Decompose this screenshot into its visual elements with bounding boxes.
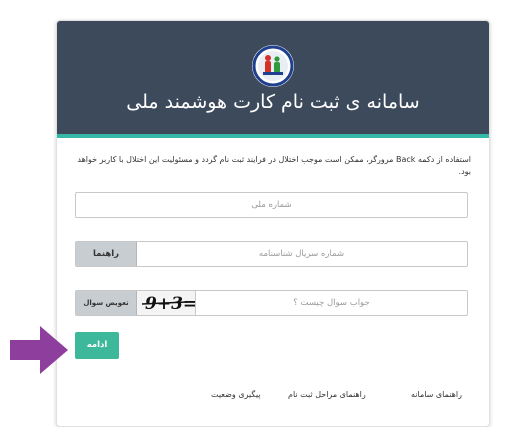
system-guide-link[interactable]: راهنمای سامانه: [411, 390, 462, 399]
guide-button[interactable]: راهنما: [76, 242, 137, 266]
registration-steps-guide-link[interactable]: راهنمای مراحل ثبت نام: [288, 390, 366, 399]
status-tracking-link[interactable]: پیگیری وضعیت: [211, 390, 260, 399]
captcha-image: 9+3=: [137, 291, 197, 315]
serial-number-input[interactable]: راهنما شماره سریال شناسنامه: [75, 241, 468, 267]
header-accent-bar: [57, 134, 489, 138]
national-code-input[interactable]: شماره ملی: [75, 192, 468, 218]
national-code-placeholder: شماره ملی: [251, 200, 292, 210]
serial-number-placeholder: شماره سریال شناسنامه: [258, 249, 345, 259]
back-button-warning: استفاده از دکمه Back مرورگر، ممکن است مو…: [77, 155, 471, 176]
captcha-answer-input[interactable]: تعویض سوال 9+3= جواب سوال چیست ؟: [75, 290, 468, 316]
registration-card: سامانه ی ثبت نام کارت هوشمند ملی استفاده…: [56, 20, 490, 427]
captcha-image-drawing: 9+3=: [141, 294, 197, 314]
header: سامانه ی ثبت نام کارت هوشمند ملی: [57, 21, 489, 134]
pointer-arrow-icon: [10, 326, 68, 374]
continue-button[interactable]: ادامه: [75, 332, 119, 359]
captcha-placeholder: جواب سوال چیست ؟: [293, 298, 370, 308]
national-card-logo: [252, 45, 294, 87]
page-title: سامانه ی ثبت نام کارت هوشمند ملی: [126, 91, 420, 113]
change-question-button[interactable]: تعویض سوال: [76, 291, 137, 315]
